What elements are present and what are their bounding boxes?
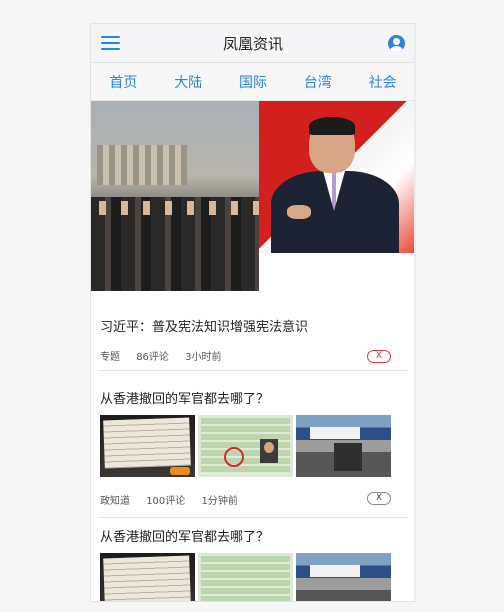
crowd-photo	[91, 101, 259, 291]
user-account-icon[interactable]	[388, 35, 405, 52]
article-tag: 政知道	[100, 496, 130, 507]
article-comments[interactable]: 86评论	[136, 352, 169, 363]
article-comments[interactable]: 100评论	[146, 496, 185, 507]
close-icon[interactable]: X	[367, 492, 391, 505]
nav-tab-mainland[interactable]: 大陆	[170, 72, 206, 92]
thumbnail-document	[100, 415, 195, 477]
article-meta: 专题 86评论 3小时前	[100, 348, 234, 363]
category-nav: 首页 大陆 国际 台湾 社会	[91, 63, 415, 101]
divider	[98, 517, 408, 518]
app-title: 凤凰资讯	[222, 35, 283, 53]
top-bar: 凤凰资讯	[91, 24, 415, 63]
scrollbar[interactable]	[414, 23, 416, 600]
nav-tab-society[interactable]: 社会	[365, 72, 401, 92]
nav-tab-taiwan[interactable]: 台湾	[300, 72, 336, 92]
nav-tab-international[interactable]: 国际	[235, 72, 271, 92]
article-thumbnails[interactable]	[100, 553, 391, 601]
article-tag: 专题	[100, 352, 120, 363]
article-time: 1分钟前	[201, 496, 238, 507]
article-thumbnails[interactable]	[100, 415, 391, 477]
phone-screen: 凤凰资讯 首页 大陆 国际 台湾 社会 习近平：普及宪法知识增强宪法意识 专题 …	[90, 23, 416, 602]
thumbnail-certificate	[198, 553, 293, 601]
article-title[interactable]: 从香港撤回的军官都去哪了？	[100, 526, 269, 545]
article-time: 3小时前	[185, 352, 222, 363]
article-meta: 政知道 100评论 1分钟前	[100, 492, 251, 507]
divider	[98, 370, 408, 371]
nav-tab-home[interactable]: 首页	[105, 72, 141, 92]
thumbnail-certificate	[198, 415, 293, 477]
close-icon[interactable]: X	[367, 350, 391, 363]
hero-image[interactable]	[91, 101, 415, 291]
thumbnail-building	[296, 415, 391, 477]
article-title[interactable]: 从香港撤回的军官都去哪了？	[100, 388, 269, 407]
thumbnail-building	[296, 553, 391, 601]
article-title[interactable]: 习近平：普及宪法知识增强宪法意识	[100, 316, 308, 335]
thumbnail-document	[100, 553, 195, 601]
